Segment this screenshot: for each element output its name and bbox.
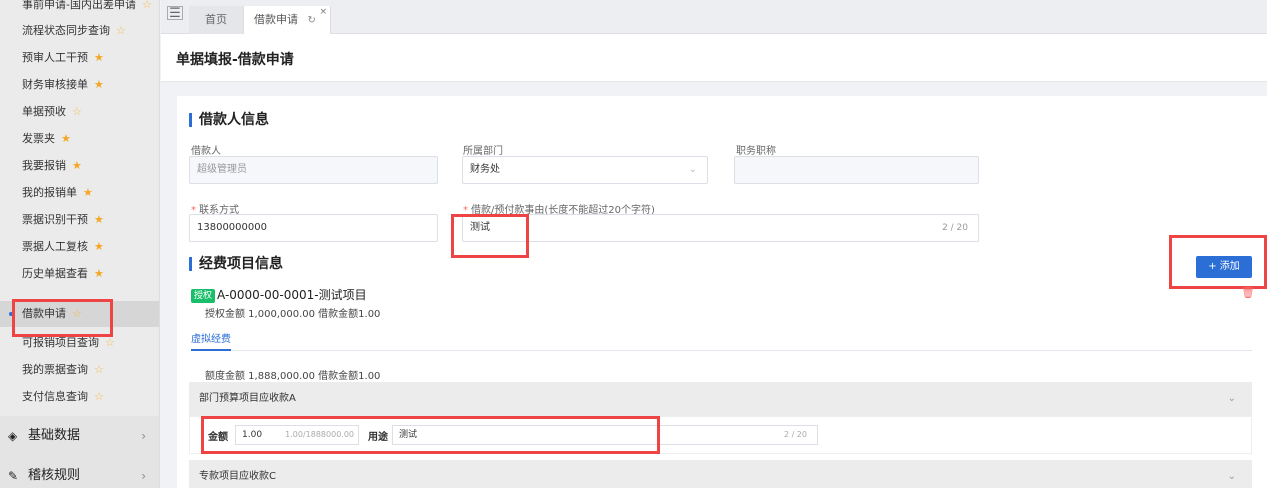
panel-title: 部门预算项目应收款A bbox=[199, 393, 296, 404]
sidebar-group-label: 基础数据 bbox=[28, 428, 81, 443]
project-amount: 授权金额 1,000,000.00 借款金额1.00 bbox=[205, 309, 381, 320]
sidebar-item-label: 历史单据查看 bbox=[22, 267, 88, 280]
tab-bar: ☰ 首页 借款申请 ↻ × bbox=[161, 0, 1267, 34]
contact-input[interactable]: 13800000000 bbox=[189, 214, 438, 242]
star-outline-icon[interactable]: ☆ bbox=[94, 390, 104, 403]
sidebar-item-label: 预审人工干预 bbox=[22, 51, 88, 64]
sidebar-item-label: 支付信息查询 bbox=[22, 390, 88, 403]
sidebar-group-label: 稽核规则 bbox=[28, 468, 81, 483]
sidebar-item[interactable]: 我的票据查询 ☆ bbox=[0, 357, 159, 383]
department-select[interactable]: 财务处 ⌄ bbox=[462, 156, 708, 184]
sidebar-item-label: 我要报销 bbox=[22, 159, 66, 172]
panel-special-fund[interactable]: 专款项目应收款C ⌄ bbox=[189, 460, 1252, 488]
sidebar-item[interactable]: 事前申请-国内出差申请 ☆ bbox=[0, 0, 159, 18]
sidebar-item[interactable]: 财务审核接单 ★ bbox=[0, 72, 159, 98]
tab-divider bbox=[191, 350, 1252, 351]
borrower-name-field: 超级管理员 bbox=[189, 156, 438, 184]
sidebar-item[interactable]: 我的报销单 ★ bbox=[0, 180, 159, 206]
star-filled-icon[interactable]: ★ bbox=[94, 267, 104, 280]
chevron-down-icon: ⌄ bbox=[1227, 393, 1236, 404]
star-filled-icon[interactable]: ★ bbox=[61, 132, 71, 145]
page-header: 单据填报-借款申请 bbox=[161, 34, 1267, 82]
sidebar: 事前申请-国内出差申请 ☆ 流程状态同步查询 ☆ 预审人工干预 ★ 财务审核接单 ★ 单… bbox=[0, 0, 160, 488]
sidebar-item[interactable]: 我要报销 ★ bbox=[0, 153, 159, 179]
chevron-down-icon: ⌄ bbox=[688, 164, 697, 175]
sidebar-item-label: 单据预收 bbox=[22, 105, 66, 118]
tab-loan-application[interactable]: 借款申请 ↻ × bbox=[243, 6, 331, 34]
sidebar-item-label: 我的报销单 bbox=[22, 186, 77, 199]
star-outline-icon[interactable]: ☆ bbox=[72, 105, 82, 118]
position-label: 职务职称 bbox=[736, 146, 776, 157]
star-outline-icon[interactable]: ☆ bbox=[94, 363, 104, 376]
page-title: 单据填报-借款申请 bbox=[176, 52, 294, 68]
quota-amount: 额度金额 1,888,000.00 借款金额1.00 bbox=[205, 371, 381, 382]
chevron-right-icon: › bbox=[141, 469, 146, 483]
field-value: 财务处 bbox=[470, 164, 500, 175]
sidebar-item-label: 事前申请-国内出差申请 bbox=[22, 0, 136, 11]
sidebar-item[interactable]: 发票夹 ★ bbox=[0, 126, 159, 152]
star-outline-icon[interactable]: ☆ bbox=[105, 336, 115, 349]
sidebar-item[interactable]: 预审人工干预 ★ bbox=[0, 45, 159, 71]
chevron-right-icon: › bbox=[141, 429, 146, 443]
chevron-down-icon: ⌄ bbox=[1227, 471, 1236, 482]
sidebar-group-audit-rules[interactable]: ✎ 稽核规则 › bbox=[0, 456, 159, 488]
char-counter: 2 / 20 bbox=[783, 430, 807, 439]
star-outline-icon[interactable]: ☆ bbox=[142, 0, 152, 11]
tab-label: 借款申请 bbox=[254, 13, 298, 26]
star-filled-icon[interactable]: ★ bbox=[83, 186, 93, 199]
borrower-name-label: 借款人 bbox=[191, 146, 221, 157]
sidebar-item[interactable]: 支付信息查询 ☆ bbox=[0, 384, 159, 410]
tab-label: 首页 bbox=[205, 13, 227, 26]
sidebar-item-label: 票据人工复核 bbox=[22, 240, 88, 253]
close-icon[interactable]: × bbox=[319, 0, 327, 26]
highlight-box bbox=[1169, 235, 1267, 289]
tab-home[interactable]: 首页 bbox=[189, 6, 243, 34]
sidebar-item[interactable]: 票据人工复核 ★ bbox=[0, 234, 159, 260]
star-filled-icon[interactable]: ★ bbox=[72, 159, 82, 172]
panel-title: 专款项目应收款C bbox=[199, 471, 276, 482]
sidebar-group-basic-data[interactable]: ◈ 基础数据 › bbox=[0, 416, 159, 456]
sidebar-item-label: 我的票据查询 bbox=[22, 363, 88, 376]
department-label: 所属部门 bbox=[463, 146, 503, 157]
sidebar-item-label: 可报销项目查询 bbox=[22, 336, 99, 349]
highlight-box bbox=[12, 299, 113, 337]
sidebar-item-label: 发票夹 bbox=[22, 132, 55, 145]
star-filled-icon[interactable]: ★ bbox=[94, 78, 104, 91]
reason-input[interactable]: 测试 2 / 20 bbox=[462, 214, 979, 242]
char-counter: 2 / 20 bbox=[942, 223, 968, 233]
star-filled-icon[interactable]: ★ bbox=[94, 51, 104, 64]
sidebar-item-label: 票据识别干预 bbox=[22, 213, 88, 226]
cube-icon: ◈ bbox=[8, 429, 18, 443]
sidebar-item-label: 财务审核接单 bbox=[22, 78, 88, 91]
auth-tag: 授权 bbox=[191, 289, 216, 303]
sidebar-item[interactable]: 历史单据查看 ★ bbox=[0, 261, 159, 287]
field-value: 超级管理员 bbox=[197, 164, 247, 175]
sidebar-item-label: 流程状态同步查询 bbox=[22, 24, 110, 37]
section-title-expense: 经费项目信息 bbox=[189, 257, 283, 271]
trash-icon[interactable]: 🗑 bbox=[1241, 286, 1255, 299]
star-filled-icon[interactable]: ★ bbox=[94, 240, 104, 253]
panel-dept-budget[interactable]: 部门预算项目应收款A ⌄ bbox=[189, 382, 1252, 416]
section-title-borrower: 借款人信息 bbox=[189, 113, 269, 127]
edit-icon: ✎ bbox=[8, 469, 19, 483]
sidebar-item[interactable]: 票据识别干预 ★ bbox=[0, 207, 159, 233]
refresh-icon[interactable]: ↻ bbox=[308, 15, 316, 26]
star-outline-icon[interactable]: ☆ bbox=[116, 24, 126, 37]
highlight-box bbox=[201, 416, 660, 454]
highlight-box bbox=[451, 214, 529, 258]
project-title: A-0000-00-0001-测试项目 bbox=[217, 288, 367, 302]
sidebar-item[interactable]: 流程状态同步查询 ☆ bbox=[0, 18, 159, 44]
field-value: 13800000000 bbox=[197, 222, 267, 233]
position-field bbox=[734, 156, 979, 184]
sidebar-item[interactable]: 单据预收 ☆ bbox=[0, 99, 159, 125]
tab-virtual-fund[interactable]: 虚拟经费 bbox=[191, 330, 231, 345]
star-filled-icon[interactable]: ★ bbox=[94, 213, 104, 226]
menu-toggle-icon[interactable]: ☰ bbox=[167, 6, 183, 21]
active-tab-indicator bbox=[191, 349, 231, 351]
